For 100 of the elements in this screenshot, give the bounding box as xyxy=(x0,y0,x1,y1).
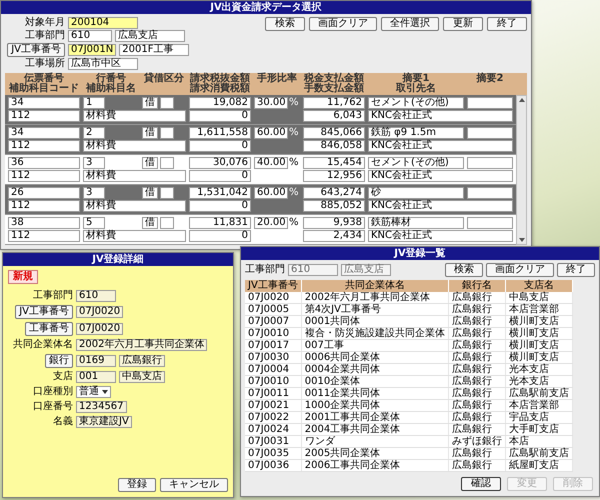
input-field[interactable]: KNC会社正式 xyxy=(368,140,513,152)
input-field[interactable]: 広島銀行 xyxy=(119,355,165,367)
input-field[interactable]: 07J001N xyxy=(68,44,116,56)
input-field[interactable]: 2001F工事 xyxy=(119,44,190,56)
toolbar-button[interactable]: 検索 xyxy=(265,17,305,31)
lookup-button[interactable]: 工事番号 xyxy=(25,322,73,336)
toolbar-button[interactable]: 画面クリア xyxy=(309,17,377,31)
lookup-button[interactable]: 銀行 xyxy=(45,354,73,368)
input-field[interactable]: 9,938 xyxy=(303,217,365,229)
input-field[interactable] xyxy=(467,97,513,109)
lookup-button[interactable]: JV工事番号 xyxy=(7,43,65,57)
input-field[interactable]: 2,434 xyxy=(303,230,365,242)
input-field[interactable]: 借 xyxy=(142,217,158,229)
input-field[interactable]: 20.00 xyxy=(254,217,288,229)
input-field[interactable]: 26 xyxy=(8,187,80,199)
input-field[interactable]: 3 xyxy=(83,187,105,199)
input-field[interactable] xyxy=(467,187,513,199)
input-field[interactable]: 2 xyxy=(83,127,105,139)
dialog-button[interactable]: 登録 xyxy=(118,478,156,492)
input-field[interactable]: 34 xyxy=(8,97,80,109)
input-field[interactable]: 112 xyxy=(8,200,80,212)
footer-button[interactable]: 確認 xyxy=(461,477,501,491)
input-field[interactable]: 112 xyxy=(8,110,80,122)
input-field[interactable]: 6,043 xyxy=(303,110,365,122)
scrollbar[interactable] xyxy=(516,95,527,245)
input-field[interactable]: 5 xyxy=(83,217,105,229)
input-field[interactable]: 885,052 xyxy=(303,200,365,212)
input-field[interactable]: 30.00 xyxy=(254,97,288,109)
input-field[interactable]: 材料費 xyxy=(83,140,186,152)
input-field[interactable]: 845,066 xyxy=(303,127,365,139)
input-field[interactable]: 0 xyxy=(189,170,251,182)
input-field[interactable]: 30,076 xyxy=(189,157,251,169)
input-field[interactable]: KNC会社正式 xyxy=(368,170,513,182)
input-field[interactable]: 借 xyxy=(142,127,158,139)
input-field[interactable] xyxy=(160,97,174,109)
input-field[interactable]: 1234567 xyxy=(76,401,127,413)
input-field[interactable] xyxy=(467,157,513,169)
input-field[interactable]: 材料費 xyxy=(83,200,186,212)
input-field[interactable]: 07J0020 xyxy=(76,306,124,318)
toolbar-button[interactable]: 終了 xyxy=(557,263,595,277)
input-field[interactable] xyxy=(467,217,513,229)
input-field[interactable]: 36 xyxy=(8,157,80,169)
input-field[interactable]: 借 xyxy=(142,187,158,199)
input-field[interactable]: 0 xyxy=(189,140,251,152)
input-field[interactable]: 112 xyxy=(8,170,80,182)
input-field[interactable]: 0 xyxy=(189,200,251,212)
input-field[interactable] xyxy=(160,217,174,229)
input-field[interactable]: 材料費 xyxy=(83,110,186,122)
input-field[interactable]: 12,956 xyxy=(303,170,365,182)
input-field[interactable]: 19,082 xyxy=(189,97,251,109)
input-field[interactable]: 610 xyxy=(68,30,112,42)
input-field[interactable]: 0 xyxy=(189,110,251,122)
input-field[interactable]: 借 xyxy=(142,97,158,109)
input-field[interactable]: 1,611,558 xyxy=(189,127,251,139)
input-field[interactable]: 60.00 xyxy=(254,187,288,199)
input-field[interactable]: 1,531,042 xyxy=(189,187,251,199)
input-field[interactable]: 610 xyxy=(76,290,116,302)
input-field[interactable]: 広島支店 xyxy=(115,30,185,42)
input-field[interactable]: 643,274 xyxy=(303,187,365,199)
input-field[interactable] xyxy=(160,157,174,169)
input-field[interactable]: 1 xyxy=(83,97,105,109)
input-field[interactable]: 東京建設JV xyxy=(76,416,132,428)
input-field[interactable]: 11,762 xyxy=(303,97,365,109)
input-field[interactable]: 15,454 xyxy=(303,157,365,169)
input-field[interactable]: 001 xyxy=(76,371,116,383)
input-field[interactable]: KNC会社正式 xyxy=(368,200,513,212)
input-field[interactable]: 0 xyxy=(189,230,251,242)
input-field[interactable]: 3 xyxy=(83,157,105,169)
input-field[interactable]: 材料費 xyxy=(83,230,186,242)
dropdown[interactable]: 普通 xyxy=(76,386,111,398)
input-field[interactable]: 60.00 xyxy=(254,127,288,139)
input-field[interactable]: KNC会社正式 xyxy=(368,110,513,122)
input-field[interactable]: 中島支店 xyxy=(119,371,165,383)
input-field[interactable]: セメント(その他) xyxy=(368,97,464,109)
lookup-button[interactable]: JV工事番号 xyxy=(15,305,73,319)
input-field[interactable]: 112 xyxy=(8,230,80,242)
input-field[interactable]: 112 xyxy=(8,140,80,152)
input-field[interactable]: 広島市中区 xyxy=(68,58,138,70)
dialog-button[interactable]: キャンセル xyxy=(160,478,228,492)
input-field[interactable]: 0169 xyxy=(76,355,116,367)
input-field[interactable]: 40.00 xyxy=(254,157,288,169)
input-field[interactable]: 07J0020 xyxy=(76,323,124,335)
input-field[interactable]: 2002年六月工事共同企業体 xyxy=(76,339,208,351)
input-field[interactable]: KNC会社正式 xyxy=(368,230,513,242)
input-field[interactable]: 鉄筋棒材 xyxy=(368,217,464,229)
input-field[interactable]: セメント(その他) xyxy=(368,157,464,169)
input-field[interactable]: 材料費 xyxy=(83,170,186,182)
toolbar-button[interactable]: 画面クリア xyxy=(486,263,554,277)
input-field[interactable]: 200104 xyxy=(68,17,138,29)
input-field[interactable]: 846,058 xyxy=(303,140,365,152)
input-field[interactable]: 34 xyxy=(8,127,80,139)
input-field[interactable]: 38 xyxy=(8,217,80,229)
input-field[interactable] xyxy=(160,127,174,139)
toolbar-button[interactable]: 更新 xyxy=(443,17,483,31)
input-field[interactable]: 鉄筋 φ9 1.5m xyxy=(368,127,464,139)
toolbar-button[interactable]: 全件選択 xyxy=(381,17,439,31)
input-field[interactable]: 11,831 xyxy=(189,217,251,229)
input-field[interactable] xyxy=(467,127,513,139)
input-field[interactable]: 砂 xyxy=(368,187,464,199)
toolbar-button[interactable]: 検索 xyxy=(445,263,483,277)
